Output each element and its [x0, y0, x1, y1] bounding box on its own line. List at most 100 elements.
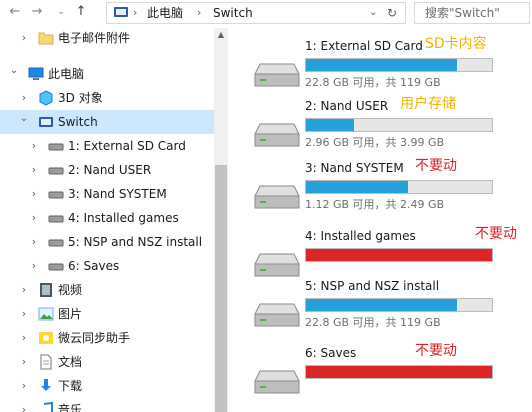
drive-tile[interactable]: 5: NSP and NSZ install 22.8 GB 可用，共 119 G… — [250, 278, 532, 336]
refresh-icon[interactable]: ↻ — [387, 5, 397, 21]
pictures-icon — [38, 306, 54, 322]
address-bar: ← → ⌄ ↑ › 此电脑 › Switch ⌄ ↻ 搜索"Switch" — [0, 0, 532, 26]
breadcrumb-separator-icon: › — [133, 6, 138, 19]
chevron-right-icon[interactable]: › — [18, 91, 30, 105]
tree-item-label: 图片 — [58, 307, 83, 321]
drive-icon — [254, 185, 300, 209]
drive-size-text: 22.8 GB 可用，共 119 GB — [305, 316, 441, 329]
annotation-text: SD卡内容 — [425, 36, 487, 52]
drive-label: 2: Nand USER — [305, 99, 389, 113]
tree-item[interactable]: ⌄ Switch — [0, 110, 214, 134]
chevron-right-icon[interactable]: › — [18, 307, 30, 321]
tree-item[interactable]: › 6: Saves — [0, 254, 214, 278]
drive-label: 3: Nand SYSTEM — [305, 161, 404, 175]
tree-item[interactable]: › 微云同步助手 — [0, 326, 214, 350]
capacity-bar — [305, 180, 493, 194]
address-input[interactable]: › 此电脑 › Switch ⌄ ↻ — [106, 2, 406, 24]
tree-item-label: 1: External SD Card — [68, 139, 186, 153]
drive-icon — [254, 123, 300, 147]
tree-item[interactable]: › 4: Installed games — [0, 206, 214, 230]
annotation-text: 不要动 — [415, 343, 457, 359]
tree-item-label: 3: Nand SYSTEM — [68, 187, 167, 201]
tree-item[interactable]: › 5: NSP and NSZ install — [0, 230, 214, 254]
tree-item-label: 下载 — [58, 379, 83, 393]
tree-item[interactable]: › 2: Nand USER — [0, 158, 214, 182]
tree-item[interactable]: › 电子邮件附件 — [0, 28, 214, 50]
breadcrumb-switch[interactable]: Switch — [213, 5, 253, 21]
capacity-bar — [305, 248, 493, 262]
chevron-right-icon[interactable]: › — [28, 139, 40, 153]
up-arrow-icon[interactable]: ↑ — [72, 3, 90, 21]
capacity-bar — [305, 58, 493, 72]
tree-item-label: 微云同步助手 — [58, 331, 131, 345]
drive-size-text: 1.12 GB 可用，共 2.49 GB — [305, 198, 445, 211]
drive-label: 5: NSP and NSZ install — [305, 279, 440, 293]
capacity-bar-fill — [306, 59, 457, 71]
drive-icon — [254, 253, 300, 277]
scrollbar-thumb[interactable] — [215, 165, 227, 412]
tree-item-label: 音乐 — [58, 403, 83, 412]
drive-icon — [254, 370, 300, 394]
documents-icon — [38, 354, 54, 370]
chevron-right-icon[interactable]: › — [18, 31, 30, 45]
tree-item[interactable]: › 3: Nand SYSTEM — [0, 182, 214, 206]
drive-label: 6: Saves — [305, 346, 357, 360]
tree-item[interactable]: › 视频 — [0, 278, 214, 302]
tree-item[interactable]: › 下载 — [0, 374, 214, 398]
chevron-right-icon[interactable]: › — [28, 259, 40, 273]
drive-icon — [48, 258, 64, 274]
recent-locations-chevron-icon[interactable]: ⌄ — [52, 3, 70, 21]
capacity-bar — [305, 365, 493, 379]
drive-icon — [254, 63, 300, 87]
annotation-text: 不要动 — [475, 226, 517, 242]
drive-label: 4: Installed games — [305, 229, 416, 243]
drive-icon — [48, 234, 64, 250]
tree-item[interactable]: › 音乐 — [0, 398, 214, 412]
video-icon — [38, 282, 54, 298]
tree-item[interactable]: › 3D 对象 — [0, 86, 214, 110]
tree-item-label: 视频 — [58, 283, 83, 297]
chevron-right-icon[interactable]: › — [28, 235, 40, 249]
chevron-right-icon[interactable]: › — [28, 163, 40, 177]
search-input[interactable]: 搜索"Switch" — [414, 2, 530, 24]
capacity-bar-fill — [306, 299, 457, 311]
annotation-text: 不要动 — [415, 158, 457, 174]
drive-tile[interactable]: 1: External SD Card SD卡内容 22.8 GB 可用，共 119… — [250, 36, 532, 96]
tree-item[interactable]: › 图片 — [0, 302, 214, 326]
forward-arrow-icon[interactable]: → — [28, 3, 46, 21]
scroll-up-arrow-icon[interactable]: ▲ — [214, 28, 228, 42]
music-icon — [38, 401, 54, 412]
chevron-right-icon[interactable]: › — [18, 355, 30, 369]
chevron-right-icon[interactable]: › — [18, 283, 30, 297]
tree-item-label: 2: Nand USER — [68, 163, 152, 177]
drive-tile[interactable]: 3: Nand SYSTEM 不要动 1.12 GB 可用，共 2.49 GB — [250, 158, 532, 218]
drive-tile[interactable]: 2: Nand USER 用户存储 2.96 GB 可用，共 3.99 GB — [250, 96, 532, 156]
annotation-text: 用户存储 — [400, 96, 456, 112]
tree-item-label: 6: Saves — [68, 259, 120, 273]
tree-item-label: 3D 对象 — [58, 91, 103, 105]
chevron-right-icon[interactable]: › — [28, 187, 40, 201]
address-dropdown-chevron-icon[interactable]: ⌄ — [369, 5, 377, 21]
back-arrow-icon[interactable]: ← — [6, 3, 24, 21]
chevron-down-icon[interactable]: ⌄ — [18, 112, 30, 126]
drive-icon — [48, 162, 64, 178]
tree-item[interactable]: ⌄ 此电脑 — [0, 62, 214, 86]
tree-item-label: 4: Installed games — [68, 211, 179, 225]
chevron-right-icon[interactable]: › — [18, 403, 30, 412]
chevron-right-icon[interactable]: › — [18, 331, 30, 345]
breadcrumb-this-pc[interactable]: 此电脑 — [147, 5, 183, 21]
chevron-right-icon[interactable]: › — [28, 211, 40, 225]
search-placeholder: 搜索"Switch" — [425, 6, 500, 20]
chevron-right-icon[interactable]: › — [18, 379, 30, 393]
tree-item[interactable]: › 1: External SD Card — [0, 134, 214, 158]
drive-icon — [48, 186, 64, 202]
drive-size-text: 2.96 GB 可用，共 3.99 GB — [305, 136, 445, 149]
weiyun-icon — [38, 330, 54, 346]
drive-tile[interactable]: 6: Saves 不要动 — [250, 343, 532, 403]
drive-icon — [48, 138, 64, 154]
computer-icon — [28, 66, 44, 82]
tree-item[interactable]: › 文档 — [0, 350, 214, 374]
switch-device-icon — [114, 7, 128, 17]
capacity-bar — [305, 118, 493, 132]
chevron-down-icon[interactable]: ⌄ — [8, 64, 20, 78]
